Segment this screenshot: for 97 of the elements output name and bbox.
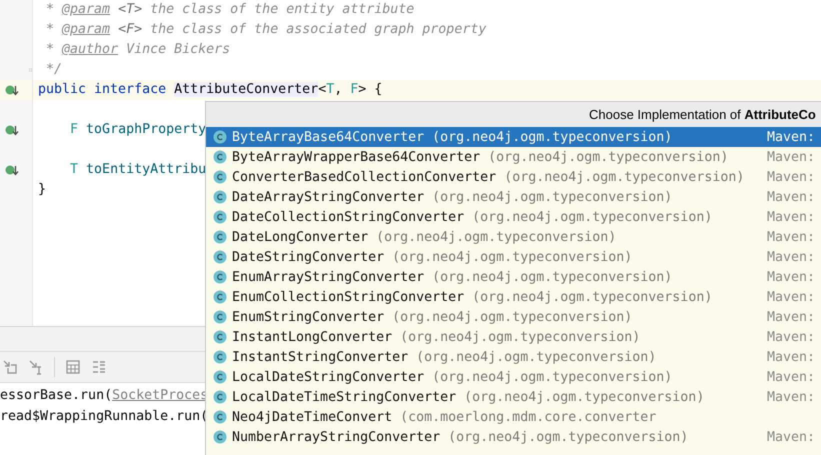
- code-line: }: [38, 182, 46, 197]
- class-name: LocalDateTimeStringConverter: [232, 390, 456, 404]
- source-label: Maven:: [767, 170, 816, 184]
- source-label: Maven:: [767, 130, 816, 144]
- class-name: LocalDateStringConverter: [232, 370, 424, 384]
- source-label: Maven:: [767, 310, 816, 324]
- class-icon: [213, 130, 227, 144]
- class-icon: [213, 270, 227, 284]
- table-icon[interactable]: [65, 359, 81, 375]
- implementation-icon[interactable]: [5, 84, 19, 96]
- class-name: InstantLongConverter: [232, 330, 392, 344]
- package-name: (org.neo4j.ogm.typeconversion): [488, 150, 728, 164]
- restore-icon[interactable]: [2, 359, 18, 375]
- class-icon: [213, 150, 227, 164]
- source-label: Maven:: [767, 390, 816, 404]
- package-name: (org.neo4j.ogm.typeconversion): [448, 430, 688, 444]
- class-icon: [213, 290, 227, 304]
- class-name: DateLongConverter: [232, 230, 368, 244]
- package-name: (org.neo4j.ogm.typeconversion): [376, 230, 616, 244]
- package-name: (org.neo4j.ogm.typeconversion): [392, 310, 632, 324]
- code-line: F toGraphProperty: [69, 122, 206, 137]
- implementation-item[interactable]: InstantLongConverter (org.neo4j.ogm.typeconversion) Maven:: [206, 327, 821, 347]
- package-name: (org.neo4j.ogm.typeconversion): [392, 250, 632, 264]
- class-icon: [213, 430, 227, 444]
- code-line: * @author Vince Bickers: [45, 42, 230, 57]
- package-name: (org.neo4j.ogm.typeconversion): [504, 170, 744, 184]
- class-name: ConverterBasedCollectionConverter: [232, 170, 496, 184]
- code-line: * @param <T> the class of the entity attribute: [45, 2, 414, 17]
- implementation-item[interactable]: EnumCollectionStringConverter (org.neo4j.ogm.typeconversion) Maven:: [206, 287, 821, 307]
- class-icon: [213, 310, 227, 324]
- class-icon: [213, 370, 227, 384]
- code-line: T toEntityAttribu: [69, 162, 206, 177]
- package-name: (org.neo4j.ogm.typeconversion): [464, 390, 704, 404]
- class-name: ByteArrayWrapperBase64Converter: [232, 150, 480, 164]
- source-label: Maven:: [767, 290, 816, 304]
- class-icon: [213, 230, 227, 244]
- package-name: (org.neo4j.ogm.typeconversion): [432, 130, 672, 144]
- class-name: EnumCollectionStringConverter: [232, 290, 464, 304]
- implementation-item[interactable]: EnumStringConverter (org.neo4j.ogm.typeconversion) Maven:: [206, 307, 821, 327]
- implementation-item[interactable]: DateStringConverter (org.neo4j.ogm.typeconversion) Maven:: [206, 247, 821, 267]
- implementation-icon[interactable]: [5, 124, 19, 136]
- source-label: Maven:: [767, 430, 816, 444]
- implementation-item[interactable]: DateArrayStringConverter (org.neo4j.ogm.typeconversion) Maven:: [206, 187, 821, 207]
- class-name: DateArrayStringConverter: [232, 190, 424, 204]
- implementation-item[interactable]: ConverterBasedCollectionConverter (org.neo4j.ogm.typeconversion) Maven:: [206, 167, 821, 187]
- list-icon[interactable]: [91, 359, 107, 375]
- class-name: EnumStringConverter: [232, 310, 384, 324]
- class-name: DateStringConverter: [232, 250, 384, 264]
- source-label: Maven:: [767, 250, 816, 264]
- implementation-item[interactable]: EnumArrayStringConverter (org.neo4j.ogm.typeconversion) Maven:: [206, 267, 821, 287]
- class-name: Neo4jDateTimeConvert: [232, 410, 392, 424]
- class-icon: [213, 210, 227, 224]
- cursor-arrow-icon[interactable]: [28, 359, 44, 375]
- implementation-item[interactable]: InstantStringConverter (org.neo4j.ogm.typeconversion) Maven:: [206, 347, 821, 367]
- class-icon: [213, 410, 227, 424]
- source-label: Maven:: [767, 210, 816, 224]
- source-label: Maven:: [767, 270, 816, 284]
- package-name: (org.neo4j.ogm.typeconversion): [472, 290, 712, 304]
- code-line: */: [45, 62, 62, 77]
- implementation-item[interactable]: NumberArrayStringConverter (org.neo4j.ogm.typeconversion) Maven:: [206, 427, 821, 447]
- implementation-item[interactable]: ByteArrayBase64Converter (org.neo4j.ogm.typeconversion) Maven:: [206, 127, 821, 147]
- implementation-icon[interactable]: [5, 164, 19, 176]
- class-icon: [213, 390, 227, 404]
- package-name: (org.neo4j.ogm.typeconversion): [416, 350, 656, 364]
- package-name: (com.moerlong.mdm.core.converter: [400, 410, 656, 424]
- package-name: (org.neo4j.ogm.typeconversion): [432, 370, 672, 384]
- source-label: Maven:: [767, 350, 816, 364]
- class-icon: [213, 250, 227, 264]
- class-name: NumberArrayStringConverter: [232, 430, 440, 444]
- class-name: DateCollectionStringConverter: [232, 210, 464, 224]
- source-label: Maven:: [767, 330, 816, 344]
- implementation-item[interactable]: LocalDateTimeStringConverter (org.neo4j.ogm.typeconversion) Maven:: [206, 387, 821, 407]
- class-icon: [213, 350, 227, 364]
- code-line: * @param <F> the class of the associated graph property: [45, 22, 486, 37]
- class-icon: [213, 330, 227, 344]
- package-name: (org.neo4j.ogm.typeconversion): [432, 270, 672, 284]
- popup-title: Choose Implementation of AttributeCo: [589, 107, 816, 122]
- console-line: read$WrappingRunnable.run(: [0, 408, 208, 426]
- source-label: Maven:: [767, 230, 816, 244]
- implementation-item[interactable]: Neo4jDateTimeConvert (com.moerlong.mdm.core.converter: [206, 407, 821, 427]
- implementation-item[interactable]: ByteArrayWrapperBase64Converter (org.neo4j.ogm.typeconversion) Maven:: [206, 147, 821, 167]
- source-label: Maven:: [767, 150, 816, 164]
- source-label: Maven:: [767, 370, 816, 384]
- class-name: EnumArrayStringConverter: [232, 270, 424, 284]
- console-line: essorBase.run(SocketProces: [0, 387, 208, 405]
- package-name: (org.neo4j.ogm.typeconversion): [432, 190, 672, 204]
- source-label: Maven:: [767, 190, 816, 204]
- implementation-item[interactable]: DateCollectionStringConverter (org.neo4j.ogm.typeconversion) Maven:: [206, 207, 821, 227]
- implementation-item[interactable]: LocalDateStringConverter (org.neo4j.ogm.typeconversion) Maven:: [206, 367, 821, 387]
- class-name: InstantStringConverter: [232, 350, 408, 364]
- code-line: public interface AttributeConverter<T, F> {: [38, 82, 382, 97]
- class-icon: [213, 170, 227, 184]
- class-icon: [213, 190, 227, 204]
- package-name: (org.neo4j.ogm.typeconversion): [472, 210, 712, 224]
- class-name: ByteArrayBase64Converter: [232, 130, 424, 144]
- package-name: (org.neo4j.ogm.typeconversion): [400, 330, 640, 344]
- implementation-item[interactable]: DateLongConverter (org.neo4j.ogm.typeconversion) Maven:: [206, 227, 821, 247]
